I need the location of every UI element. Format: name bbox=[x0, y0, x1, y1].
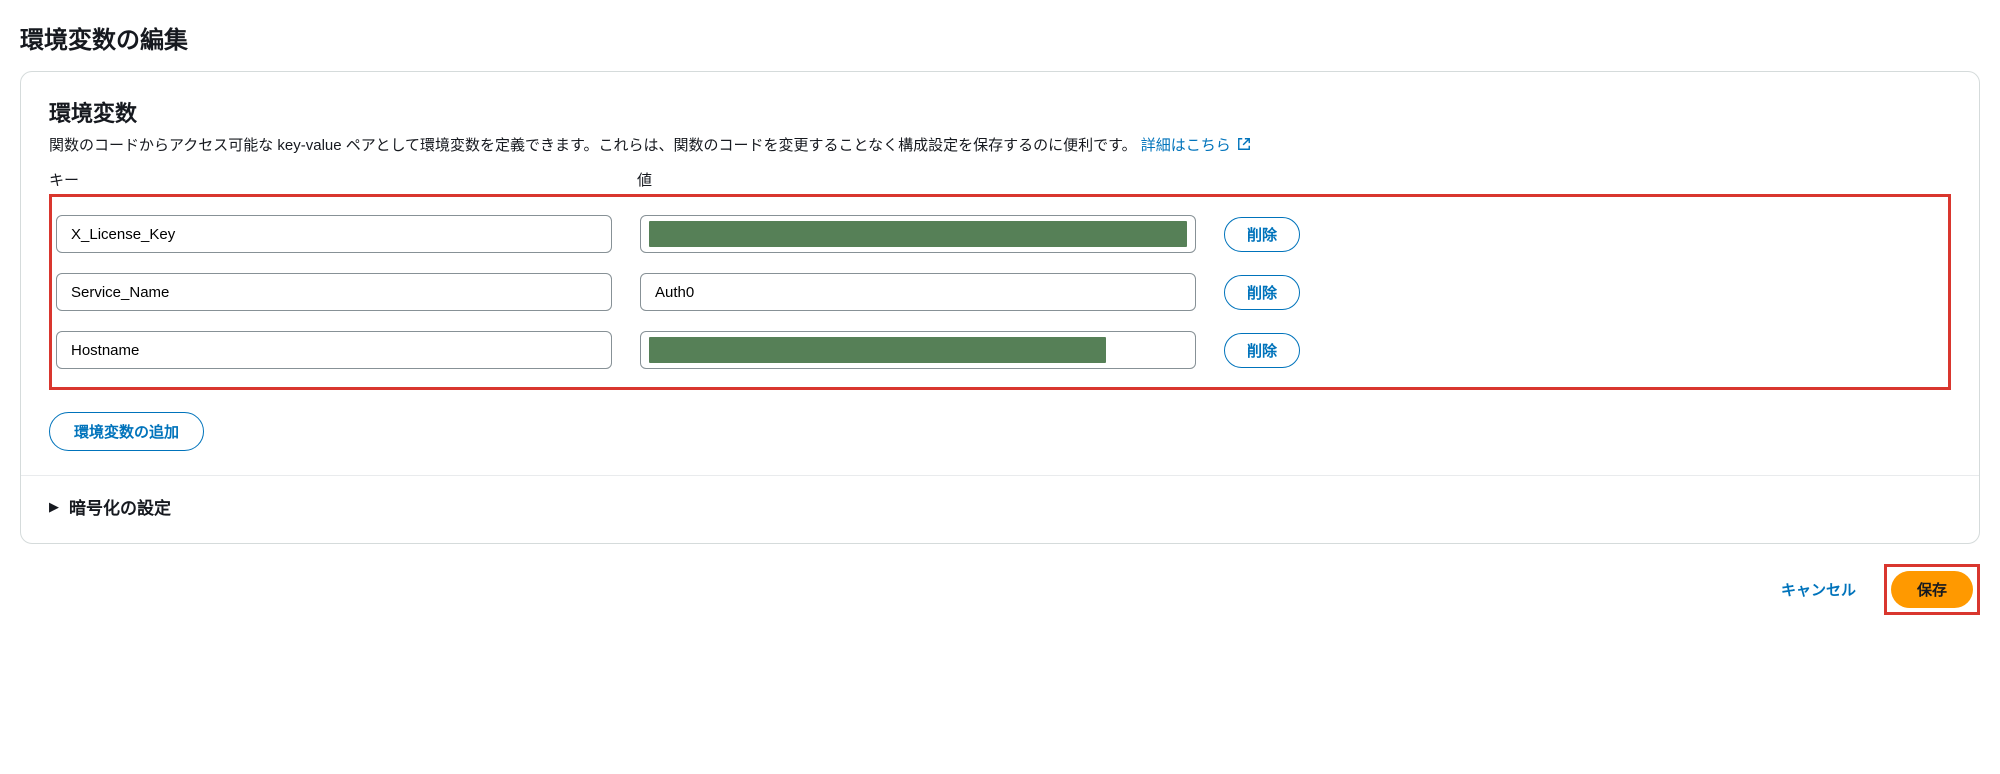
remove-button[interactable]: 削除 bbox=[1224, 275, 1300, 310]
redacted-bar bbox=[649, 221, 1187, 247]
env-vars-panel: 環境変数 関数のコードからアクセス可能な key-value ペアとして環境変数… bbox=[20, 71, 1980, 544]
external-link-icon bbox=[1237, 137, 1251, 151]
divider bbox=[21, 475, 1979, 476]
env-rows-highlight: 削除 削除 削除 bbox=[49, 194, 1951, 390]
env-row: 削除 bbox=[56, 321, 1944, 379]
save-button[interactable]: 保存 bbox=[1891, 571, 1973, 608]
encryption-label: 暗号化の設定 bbox=[69, 494, 171, 519]
env-key-input[interactable] bbox=[56, 215, 612, 253]
env-row: 削除 bbox=[56, 205, 1944, 263]
section-desc: 関数のコードからアクセス可能な key-value ペアとして環境変数を定義でき… bbox=[49, 134, 1951, 155]
cancel-button[interactable]: キャンセル bbox=[1769, 571, 1868, 608]
caret-right-icon: ▶ bbox=[49, 499, 59, 515]
remove-button[interactable]: 削除 bbox=[1224, 217, 1300, 252]
learn-more-link[interactable]: 詳細はこちら bbox=[1141, 137, 1251, 154]
learn-more-text: 詳細はこちら bbox=[1141, 137, 1231, 154]
add-env-var-button[interactable]: 環境変数の追加 bbox=[49, 412, 204, 451]
footer-actions: キャンセル 保存 bbox=[20, 564, 1980, 615]
env-key-input[interactable] bbox=[56, 273, 612, 311]
value-column-header: 値 bbox=[637, 169, 1197, 190]
section-title: 環境変数 bbox=[49, 96, 1951, 128]
env-key-input[interactable] bbox=[56, 331, 612, 369]
redacted-bar bbox=[649, 337, 1106, 363]
section-desc-text: 関数のコードからアクセス可能な key-value ペアとして環境変数を定義でき… bbox=[49, 137, 1137, 154]
save-button-highlight: 保存 bbox=[1884, 564, 1980, 615]
env-row: 削除 bbox=[56, 263, 1944, 321]
page-title: 環境変数の編集 bbox=[20, 20, 1980, 55]
key-column-header: キー bbox=[49, 169, 609, 190]
env-value-input-masked[interactable] bbox=[640, 215, 1196, 253]
env-value-input[interactable] bbox=[640, 273, 1196, 311]
column-headers: キー 値 bbox=[49, 169, 1951, 190]
encryption-settings-toggle[interactable]: ▶ 暗号化の設定 bbox=[49, 494, 1951, 519]
env-value-input-masked[interactable] bbox=[640, 331, 1196, 369]
remove-button[interactable]: 削除 bbox=[1224, 333, 1300, 368]
